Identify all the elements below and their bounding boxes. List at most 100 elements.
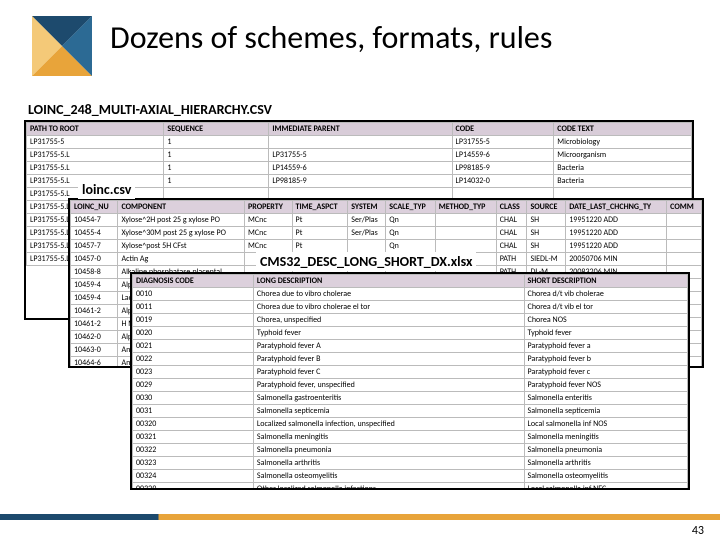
table-cell: 1: [164, 149, 269, 162]
table-cell: 1: [164, 136, 269, 149]
table-cell: 10458-8: [71, 266, 118, 279]
table-cell: 0010: [133, 288, 254, 301]
table-row: 0029Paratyphoid fever, unspecifiedParaty…: [133, 379, 688, 392]
footer-accent-bar: [0, 514, 720, 520]
table-cell: Microorganism: [554, 149, 692, 162]
table-cell: Local salmonella inf NOS: [524, 418, 687, 431]
table-cell: Ser/Plas: [348, 227, 386, 240]
column-header: CODE: [452, 123, 554, 136]
table-cell: Ser/Plas: [348, 214, 386, 227]
table-cell: 10454-7: [71, 214, 118, 227]
table-cell: Chorea d/t vib cholerae: [524, 288, 687, 301]
table-cell: Salmonella septicemia: [253, 405, 524, 418]
table-cell: 0031: [133, 405, 254, 418]
table-cell: LP31755-5: [269, 149, 452, 162]
table-cell: LP31755-5: [27, 136, 164, 149]
column-header: SCALE_TYP: [386, 201, 435, 214]
column-header: SYSTEM: [348, 201, 386, 214]
table-row: 00329Other localized salmonella infectio…: [133, 483, 688, 491]
page-number: 43: [692, 524, 704, 538]
table-row: 00324Salmonella osteomyelitisSalmonella …: [133, 470, 688, 483]
column-header: LONG DESCRIPTION: [253, 275, 524, 288]
table-cell: SH: [527, 214, 566, 227]
column-header: CLASS: [496, 201, 527, 214]
table-cms32: DIAGNOSIS CODELONG DESCRIPTIONSHORT DESC…: [132, 274, 688, 490]
table-row: 00323Salmonella arthritisSalmonella arth…: [133, 457, 688, 470]
table-cell: [435, 214, 496, 227]
table-cell: Paratyphoid fever c: [524, 366, 687, 379]
table-cell: 00329: [133, 483, 254, 491]
table-cell: Qn: [386, 227, 435, 240]
table-cell: LP31755-5.L: [27, 149, 164, 162]
table-cell: Salmonella osteomyelitis: [253, 470, 524, 483]
column-header: SEQUENCE: [164, 123, 269, 136]
table-row: 10455-4Xylose^30M post 25 g xylose POMCn…: [71, 227, 702, 240]
slide-title: Dozens of schemes, formats, rules: [110, 18, 552, 57]
table-row: 00320Localized salmonella infection, uns…: [133, 418, 688, 431]
table-cell: LP31755-5: [452, 136, 554, 149]
table-cell: 10464-6: [71, 357, 118, 369]
column-header: SHORT DESCRIPTION: [524, 275, 687, 288]
table-cell: Paratyphoid fever C: [253, 366, 524, 379]
table-cell: 0011: [133, 301, 254, 314]
table-cell: Xylose^post 5H CFst: [118, 240, 245, 253]
table-cell: Salmonella gastroenteritis: [253, 392, 524, 405]
table-row: 0021Paratyphoid fever AParatyphoid fever…: [133, 340, 688, 353]
table-cell: Chorea NOS: [524, 314, 687, 327]
table-cell: PATH: [496, 253, 527, 266]
column-header: PATH TO ROOT: [27, 123, 164, 136]
table-cell: 10461-2: [71, 318, 118, 331]
table-cell: 19951220 ADD: [566, 227, 667, 240]
table-cell: MCnc: [245, 214, 292, 227]
table-cell: LP14559-6: [452, 149, 554, 162]
table-cell: 19951220 ADD: [566, 214, 667, 227]
table-cell: Xylose^30M post 25 g xylose PO: [118, 227, 245, 240]
column-header: SOURCE: [527, 201, 566, 214]
table-row: 0019Chorea, unspecifiedChorea NOS: [133, 314, 688, 327]
table-cell: Local salmonella inf NEC: [524, 483, 687, 491]
table-cell: 10457-0: [71, 253, 118, 266]
table-cell: 0020: [133, 327, 254, 340]
table-cell: Salmonella enteritis: [524, 392, 687, 405]
table-cell: Chorea, unspecified: [253, 314, 524, 327]
table-row: 0031Salmonella septicemiaSalmonella sept…: [133, 405, 688, 418]
table-cell: 0023: [133, 366, 254, 379]
table-cell: 20050706 MIN: [566, 253, 667, 266]
table-cell: Paratyphoid fever NOS: [524, 379, 687, 392]
table-cell: Pt: [292, 240, 348, 253]
file-label-1: LOINC_248_MULTI-AXIAL_HIERARCHY.CSV: [24, 100, 276, 119]
table-cell: Other localized salmonella infections: [253, 483, 524, 491]
table-cell: [269, 136, 452, 149]
table-row: 10454-7Xylose^2H post 25 g xylose POMCnc…: [71, 214, 702, 227]
table-cell: [667, 253, 702, 266]
table-cell: Salmonella meningitis: [524, 431, 687, 444]
table-row: LP31755-5.L1LP31755-5LP14559-6Microorgan…: [27, 149, 692, 162]
table-cell: Paratyphoid fever a: [524, 340, 687, 353]
table-cell: CHAL: [496, 227, 527, 240]
table-cell: SIEDL-M: [527, 253, 566, 266]
table-cell: Actin Ag: [118, 253, 245, 266]
table-cell: Chorea due to vibro cholerae: [253, 288, 524, 301]
table-cell: 00323: [133, 457, 254, 470]
table-cell: Salmonella pneumonia: [524, 444, 687, 457]
file-label-3: CMS32_DESC_LONG_SHORT_DX.xlsx: [256, 252, 476, 271]
table-row: 0022Paratyphoid fever BParatyphoid fever…: [133, 353, 688, 366]
table-cell: Pt: [292, 227, 348, 240]
table-cell: Salmonella osteomyelitis: [524, 470, 687, 483]
table-cell: 10459-4: [71, 279, 118, 292]
table-cell: Paratyphoid fever, unspecified: [253, 379, 524, 392]
table-row: 0010Chorea due to vibro choleraeChorea d…: [133, 288, 688, 301]
table-cell: Salmonella septicemia: [524, 405, 687, 418]
column-header: TIME_ASPCT: [292, 201, 348, 214]
file-label-2: loinc.csv: [78, 180, 135, 199]
table-cell: 00320: [133, 418, 254, 431]
column-header: LOINC_NU: [71, 201, 118, 214]
table-row: LP31755-5.L1LP14559-6LP98185-9Bacteria: [27, 162, 692, 175]
screenshot-cms32: DIAGNOSIS CODELONG DESCRIPTIONSHORT DESC…: [130, 272, 690, 490]
table-cell: [348, 240, 386, 253]
table-cell: Bacteria: [554, 162, 692, 175]
table-cell: 0022: [133, 353, 254, 366]
table-cell: Qn: [386, 214, 435, 227]
column-header: COMPONENT: [118, 201, 245, 214]
table-cell: 19951220 ADD: [566, 240, 667, 253]
